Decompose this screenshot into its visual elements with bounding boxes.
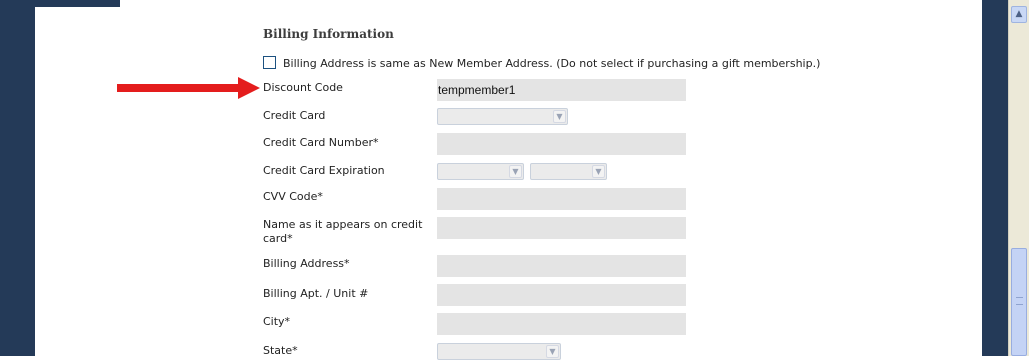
billing-apt-input[interactable]	[437, 284, 686, 306]
credit-card-expiration-label: Credit Card Expiration	[263, 164, 385, 177]
section-title: Billing Information	[263, 27, 394, 41]
cvv-code-input[interactable]	[437, 188, 686, 210]
chevron-down-icon: ▼	[509, 165, 522, 178]
scroll-thumb[interactable]	[1011, 248, 1027, 356]
chevron-up-icon: ▲	[1015, 9, 1023, 19]
cvv-code-label: CVV Code*	[263, 190, 323, 203]
chevron-down-icon: ▼	[546, 345, 559, 358]
credit-card-number-label: Credit Card Number*	[263, 136, 379, 149]
name-on-card-label: Name as it appears on credit card*	[263, 218, 423, 245]
credit-card-label: Credit Card	[263, 109, 326, 122]
left-frame	[0, 0, 35, 356]
red-arrow-icon	[117, 84, 240, 92]
city-input[interactable]	[437, 313, 686, 335]
scroll-up-button[interactable]: ▲	[1011, 6, 1027, 23]
site-header-edge	[0, 0, 120, 7]
billing-address-input[interactable]	[437, 255, 686, 277]
chevron-down-icon: ▼	[553, 110, 566, 123]
state-select[interactable]: ▼	[437, 343, 561, 360]
grip-icon	[1016, 297, 1023, 305]
billing-apt-label: Billing Apt. / Unit #	[263, 287, 369, 300]
chevron-down-icon: ▼	[592, 165, 605, 178]
vertical-scrollbar[interactable]: ▲	[1008, 0, 1029, 356]
billing-address-label: Billing Address*	[263, 257, 350, 270]
name-on-card-input[interactable]	[437, 217, 686, 239]
credit-card-number-input[interactable]	[437, 133, 686, 155]
billing-same-label: Billing Address is same as New Member Ad…	[283, 57, 821, 70]
discount-code-label: Discount Code	[263, 81, 343, 94]
expiration-year-select[interactable]: ▼	[530, 163, 607, 180]
billing-same-checkbox[interactable]	[263, 56, 276, 69]
right-frame	[982, 0, 1008, 356]
credit-card-select[interactable]: ▼	[437, 108, 568, 125]
discount-code-input[interactable]	[437, 79, 686, 101]
city-label: City*	[263, 315, 291, 328]
red-arrow-head-icon	[238, 77, 260, 99]
expiration-month-select[interactable]: ▼	[437, 163, 524, 180]
billing-same-row: Billing Address is same as New Member Ad…	[263, 56, 820, 70]
